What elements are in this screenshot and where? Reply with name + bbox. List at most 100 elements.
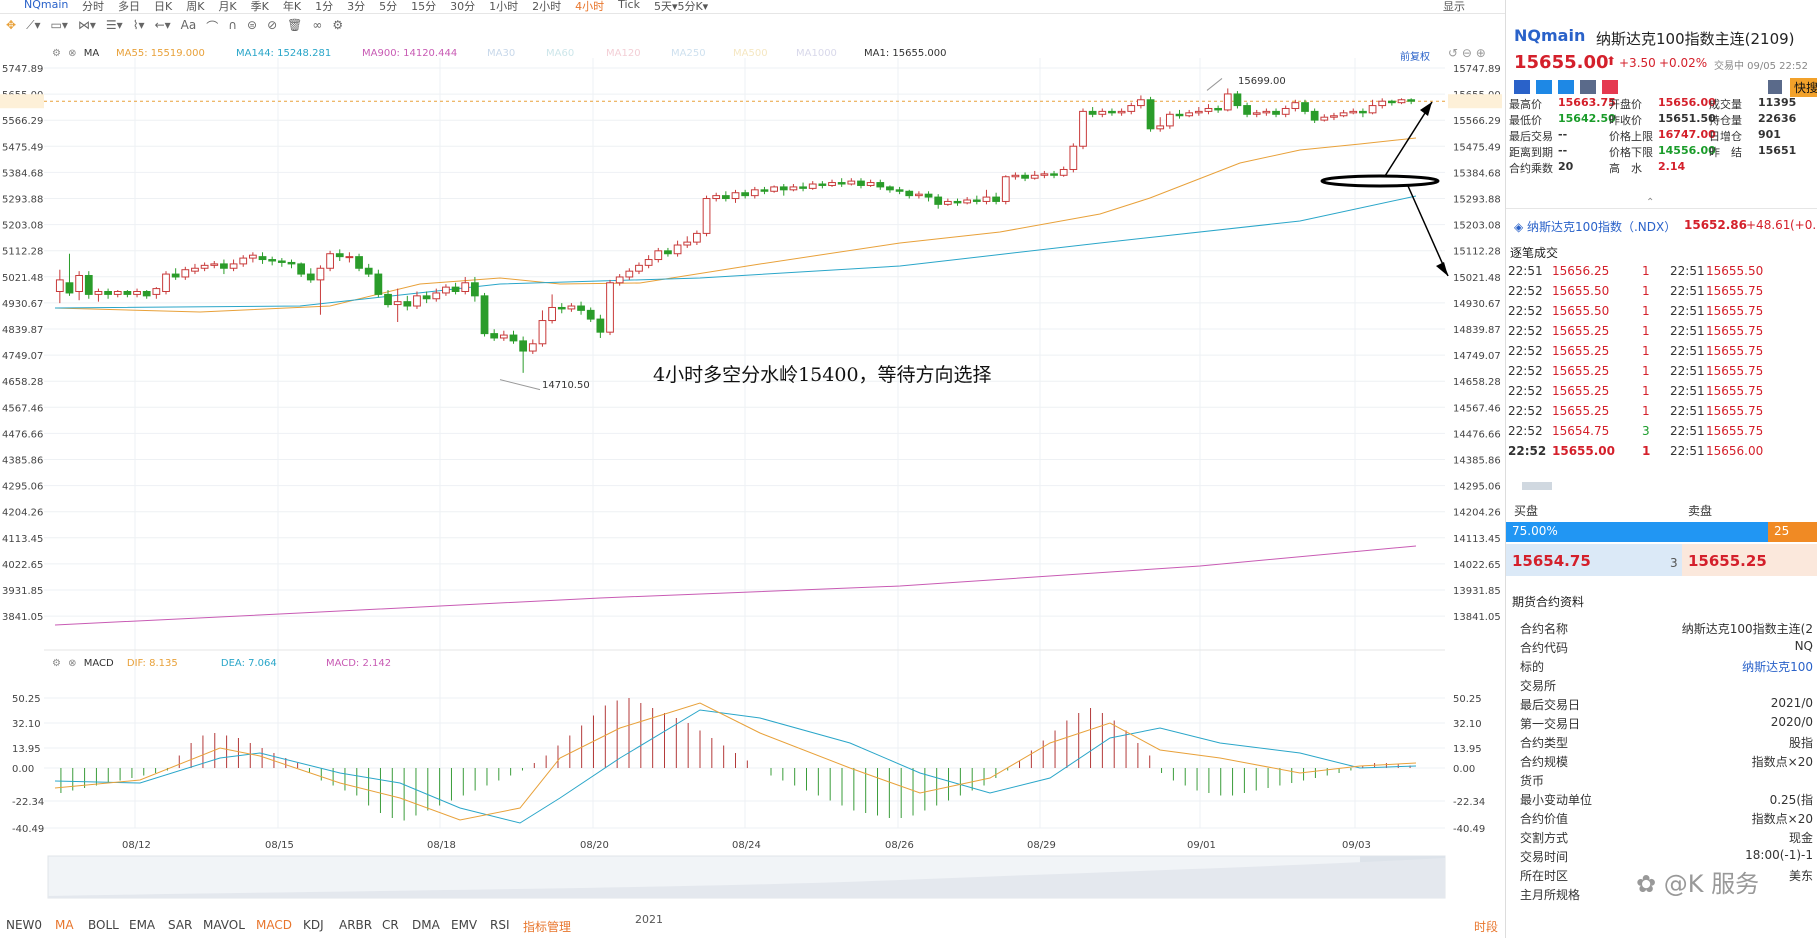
timeframe-tab[interactable]: 2小时	[532, 0, 561, 13]
timeframe-tab[interactable]: 年K	[283, 0, 301, 13]
candle-body	[760, 189, 769, 192]
timeframe-tab[interactable]: 1小时	[489, 0, 518, 13]
macd-tick-left: 50.25	[12, 694, 41, 705]
indicator-tab[interactable]: MAVOL	[203, 918, 245, 932]
indicator-tab[interactable]: BOLL	[88, 918, 119, 932]
index-name: 纳斯达克100指数（.NDX）	[1527, 220, 1677, 234]
delete-icon[interactable]: 🗑	[287, 18, 302, 35]
trade-cell: 22:51	[1670, 444, 1705, 458]
candle-body	[586, 309, 595, 320]
candle-body	[1021, 174, 1029, 179]
favorite-icon[interactable]	[1602, 80, 1618, 94]
timeframe-tab[interactable]: 周K	[186, 0, 204, 13]
timeframe-tab[interactable]: Tick	[618, 0, 640, 13]
adjust-button[interactable]: 前复权	[1400, 48, 1430, 63]
macd-close-icon[interactable]: ⊗	[68, 658, 76, 669]
scrollbar-thumb[interactable]	[1522, 482, 1552, 490]
candle-body	[1301, 102, 1309, 112]
settings-icon[interactable]: ⚙	[332, 18, 343, 35]
contract-label: 标的	[1520, 660, 1545, 674]
trade-cell: 22:52	[1508, 344, 1543, 358]
timeframe-tab[interactable]: 多日	[118, 0, 140, 13]
indicator-tab[interactable]: ARBR	[339, 918, 372, 932]
display-menu[interactable]: 显示	[1443, 0, 1465, 13]
price-tick-right: 14839.87	[1453, 325, 1501, 336]
stat-label: 持仓量	[1709, 114, 1742, 127]
timeframe-tab[interactable]: 日K	[154, 0, 172, 13]
collapse-icon[interactable]: ⌃	[1646, 197, 1654, 208]
timeframe-tab[interactable]: 月K	[218, 0, 236, 13]
macd-tick-left: -22.34	[12, 797, 44, 808]
timeframe-tab[interactable]: 4小时	[575, 0, 604, 13]
pattern-tool-icon[interactable]: ☰▾	[106, 18, 123, 35]
bell-icon[interactable]	[1768, 80, 1782, 94]
indicator-tab[interactable]: NEW0	[6, 918, 42, 932]
macd-settings-icon[interactable]: ⚙	[52, 658, 61, 669]
text-tool-icon[interactable]: Aa	[181, 18, 197, 35]
candle-body	[403, 301, 412, 307]
brush-icon[interactable]: ⌒	[206, 18, 218, 35]
candle-body	[75, 275, 84, 292]
rect-tool-icon[interactable]: ▭▾	[51, 18, 68, 35]
undo-icon[interactable]: ↺ ⊖ ⊕	[1448, 46, 1486, 60]
indicator-tab[interactable]: CR	[382, 918, 399, 932]
indicator-tab[interactable]: DMA	[412, 918, 440, 932]
indicator-tab[interactable]: RSI	[490, 918, 510, 932]
session-button[interactable]: 时段	[1474, 918, 1498, 935]
quick-search-button[interactable]: 快搜	[1790, 78, 1817, 97]
timeframe-tab[interactable]: 分时	[82, 0, 104, 13]
price-tick-left: 4839.87	[2, 325, 43, 336]
indicator-tab[interactable]: MA	[55, 918, 74, 932]
indicator-tab[interactable]: EMA	[129, 918, 155, 932]
crosshair-icon[interactable]: ✥	[6, 18, 16, 35]
hide-icon[interactable]: ⊘	[267, 18, 277, 35]
arrow-tool-icon[interactable]: ←▾	[155, 18, 171, 35]
chart-canvas[interactable]: 5747.8915747.895655.0015655.005566.29155…	[0, 38, 1505, 910]
timeframe-tab[interactable]: 季K	[251, 0, 269, 13]
candle-body	[615, 276, 624, 284]
date-tick: 08/18	[427, 840, 456, 851]
timeframe-tab[interactable]: 5分	[379, 0, 397, 13]
indicator-tab[interactable]: KDJ	[303, 918, 324, 932]
candle-body	[94, 290, 103, 295]
legend-close-icon[interactable]: ⊗	[68, 48, 76, 59]
symbol-label[interactable]: NQmain	[24, 0, 68, 11]
indicator-tab[interactable]: EMV	[451, 918, 477, 932]
line-tool-icon[interactable]: ⟋▾	[26, 18, 40, 35]
indicator-tab[interactable]: MACD	[256, 918, 292, 932]
indicator-tab[interactable]: SAR	[168, 918, 192, 932]
badge-icon[interactable]	[1536, 80, 1552, 94]
price-tick-right: 15747.89	[1453, 64, 1501, 75]
chart-area[interactable]: 5747.8915747.895655.0015655.005566.29155…	[0, 38, 1505, 938]
candle-body	[625, 270, 634, 278]
stat-value: 22636	[1758, 112, 1797, 125]
timeframe-tab[interactable]: 3分	[347, 0, 365, 13]
timeframe-tab[interactable]: 1分	[315, 0, 333, 13]
measure-tool-icon[interactable]: ⌇▾	[133, 18, 145, 35]
quote-status: 交易中 09/05 22:52	[1714, 61, 1808, 72]
timeframe-tab[interactable]: 5天▾5分K▾	[654, 0, 708, 13]
candle-body	[1001, 176, 1010, 202]
contract-value[interactable]: 纳斯达克100	[1742, 658, 1813, 675]
fib-tool-icon[interactable]: ⋈▾	[78, 18, 96, 35]
macd-indicator[interactable]: MACD	[84, 658, 114, 669]
indicator-tab[interactable]: 指标管理	[523, 918, 571, 935]
magnet-icon[interactable]: ∩	[228, 18, 237, 35]
link-icon[interactable]: ∞	[312, 18, 322, 35]
trade-cell: 1	[1642, 264, 1650, 278]
candle-body	[1349, 110, 1358, 114]
candle-body	[538, 320, 547, 345]
index-link[interactable]: ◈ 纳斯达克100指数（.NDX）	[1514, 218, 1676, 235]
trade-cell: 1	[1642, 364, 1650, 378]
note-icon[interactable]	[1580, 80, 1596, 94]
timeframe-tab[interactable]: 30分	[450, 0, 475, 13]
alert-icon[interactable]	[1558, 80, 1574, 94]
timeframe-tab[interactable]: 15分	[411, 0, 436, 13]
candle-body	[606, 282, 614, 333]
stat-value: --	[1558, 144, 1568, 157]
legend-indicator[interactable]: MA	[84, 48, 99, 59]
lock-icon[interactable]: ⊜	[247, 18, 257, 35]
macd-dea: DEA: 7.064	[220, 658, 277, 669]
legend-settings-icon[interactable]: ⚙	[52, 48, 61, 59]
candle-body	[992, 196, 1000, 202]
